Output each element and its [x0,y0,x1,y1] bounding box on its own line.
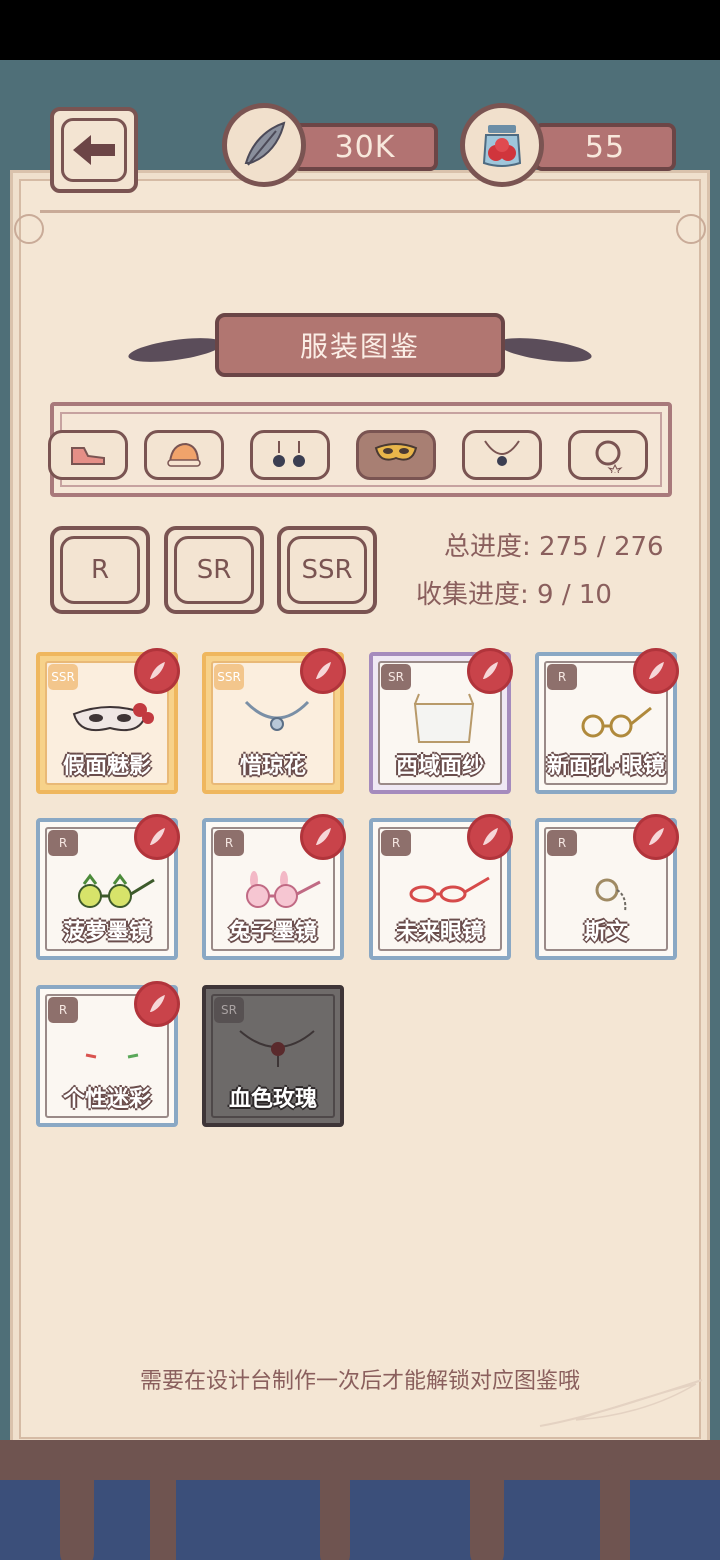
item-card[interactable]: R 兔子墨镜 [202,814,346,960]
filter-r-button[interactable]: R [50,526,150,614]
item-name: 西域面纱 [395,754,484,779]
rarity-badge: R [547,664,577,690]
currency-berries[interactable]: 55 [460,103,678,187]
tab-earrings[interactable] [250,430,330,480]
necklace-icon [484,440,520,466]
filter-r-label: R [60,536,140,604]
tab-necklaces[interactable] [462,430,542,480]
filter-ssr-label: SSR [287,536,367,604]
item-card[interactable]: SR 西域面纱 [369,648,513,794]
feather-seal-icon [134,648,180,694]
item-name: 菠萝墨镜 [62,920,151,945]
corner-ornament [676,214,706,244]
item-card-locked[interactable]: SR 血色玫瑰 [202,985,344,1127]
bracelet-icon [595,440,623,473]
tab-shoes[interactable] [48,430,128,480]
rose-choker-icon [239,1030,315,1067]
feather-seal-icon [467,814,513,860]
currency-value: 55 [534,123,676,171]
mask-icon [72,703,154,732]
item-name: 未来眼镜 [395,920,484,945]
pineapple-glasses-icon [78,873,155,908]
item-card[interactable]: R 菠萝墨镜 [36,814,180,960]
feather-seal-icon [633,814,679,860]
filter-ssr-button[interactable]: SSR [277,526,377,614]
filter-sr-button[interactable]: SR [164,526,264,614]
item-name: 惜琼花 [239,754,306,779]
item-card[interactable]: R 个性迷彩 [36,981,180,1127]
rarity-badge: SSR [48,664,78,690]
total-progress-label: 总进度: [444,532,531,562]
rarity-badge: R [48,997,78,1023]
item-name: 个性迷彩 [62,1087,151,1112]
header-ornament [40,210,680,213]
veil-icon [413,693,475,743]
red-glasses-icon [409,876,490,903]
collect-progress-label: 收集进度: [416,580,529,610]
filter-sr-label: SR [174,536,254,604]
arrow-left-icon [73,135,115,165]
rarity-badge: R [381,830,411,856]
item-card[interactable]: SSR 假面魅影 [36,648,180,794]
tab-masks[interactable] [356,430,436,480]
rarity-badge: SSR [214,664,244,690]
bunny-glasses-icon [246,871,321,908]
quill-decoration-icon [539,1379,703,1427]
collect-progress-value: 9 / 10 [537,580,612,610]
category-tabs [48,402,672,497]
collect-progress: 收集进度: 9 / 10 [416,574,612,611]
shoes-icon [71,447,105,465]
feather-seal-icon [300,648,346,694]
item-card[interactable]: SSR 惜琼花 [202,648,346,794]
item-name: 新面孔·眼镜 [546,754,666,779]
item-name: 兔子墨镜 [228,920,317,945]
rarity-badge: SR [214,997,244,1023]
item-name: 斯文 [583,920,628,945]
rarity-badge: R [48,830,78,856]
rarity-badge: SR [381,664,411,690]
hat-icon [167,442,201,467]
item-name: 血色玫瑰 [228,1087,317,1112]
total-progress: 总进度: 275 / 276 [444,526,664,563]
berry-jar-icon [460,103,544,187]
feather-seal-icon [134,814,180,860]
currency-value: 30K [292,123,438,171]
feather-icon [222,103,306,187]
feather-seal-icon [467,648,513,694]
item-card[interactable]: R 斯文 [535,814,679,960]
feather-seal-icon [134,981,180,1027]
tab-hats[interactable] [144,430,224,480]
total-progress-value: 275 / 276 [539,532,664,562]
glasses-icon [581,706,652,738]
monocle-icon [595,878,627,913]
item-name: 假面魅影 [62,754,151,779]
currency-feather[interactable]: 30K [222,103,440,187]
necklace-icon [244,700,310,731]
tab-bracelets[interactable] [568,430,648,480]
feather-seal-icon [633,648,679,694]
rarity-badge: R [547,830,577,856]
mask-icon [374,443,418,461]
feather-seal-icon [300,814,346,860]
face-paint-icon [85,1053,139,1059]
ground-decoration [0,1440,720,1560]
item-card[interactable]: R 新面孔·眼镜 [535,648,679,794]
status-bar [0,0,720,60]
earrings-icon [273,441,305,467]
back-button[interactable] [50,107,138,193]
item-card[interactable]: R 未来眼镜 [369,814,513,960]
rarity-badge: R [214,830,244,856]
page-title: 服装图鉴 [215,313,505,377]
corner-ornament [14,214,44,244]
